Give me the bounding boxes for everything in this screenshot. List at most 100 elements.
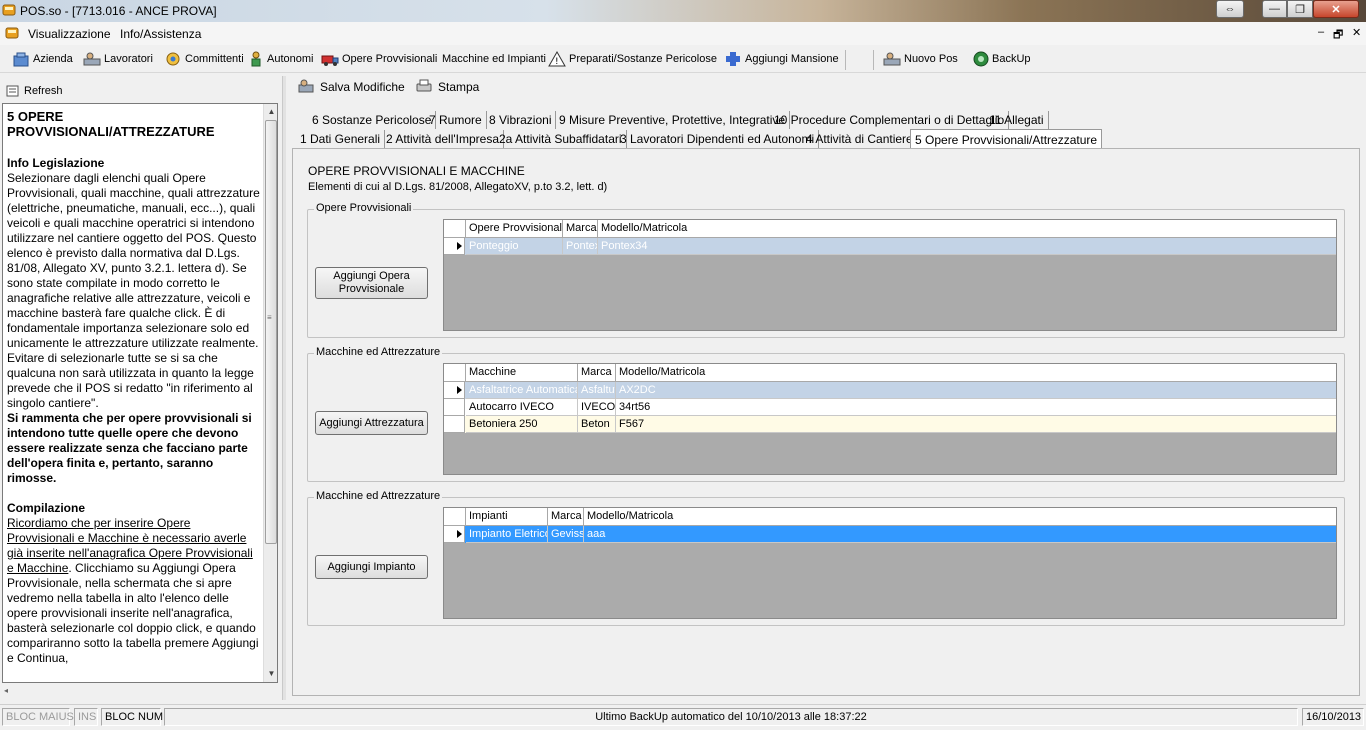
close-button[interactable]: ✕ [1313, 0, 1359, 18]
table-cell[interactable]: Geviss [548, 526, 584, 543]
table-row[interactable]: Autocarro IVECO IVECO 34rt56 [444, 399, 1336, 416]
tab-vibrazioni[interactable]: 8 Vibrazioni [485, 111, 557, 129]
macchine-impianti-button[interactable]: Macchine ed Impianti [442, 50, 546, 68]
refresh-button[interactable]: Refresh [2, 80, 278, 102]
tab-allegati[interactable]: 11 Allegati [985, 111, 1049, 129]
tab-opere-provvisionali[interactable]: 5 Opere Provvisionali/Attrezzature [910, 129, 1103, 149]
table-cell[interactable]: Betoniera 250 [466, 416, 578, 433]
grid-header[interactable]: Modello/Matricola [616, 364, 1336, 382]
tab-sostanze-pericolose[interactable]: 6 Sostanze Pericolose [308, 111, 437, 129]
row-header[interactable] [444, 238, 465, 255]
tab-dati-generali[interactable]: 1 Dati Generali [296, 130, 386, 148]
status-bar: BLOC MAIUS INS BLOC NUM Ultimo BackUp au… [0, 704, 1366, 728]
menu-visualizzazione[interactable]: Visualizzazione [28, 27, 111, 41]
grid-corner [444, 508, 466, 526]
grid-header[interactable]: Impianti [466, 508, 548, 526]
section-title: OPERE PROVVISIONALI E MACCHINE [308, 164, 525, 178]
table-row[interactable]: Betoniera 250 Beton F567 [444, 416, 1336, 433]
minimize-button[interactable]: — [1262, 0, 1287, 18]
macchine-grid[interactable]: Macchine Marca Modello/Matricola Asfalta… [443, 363, 1337, 475]
mdi-minimize-button[interactable]: – [1318, 26, 1324, 38]
table-cell[interactable]: F567 [616, 416, 1336, 433]
aggiungi-attrezzatura-button[interactable]: Aggiungi Attrezzatura [315, 411, 428, 435]
table-cell[interactable]: Asfaltatrice Automatica [466, 382, 578, 399]
preparati-button[interactable]: ! Preparati/Sostanze Pericolose [548, 50, 717, 68]
menu-info-assistenza[interactable]: Info/Assistenza [120, 27, 201, 41]
backup-button[interactable]: BackUp [973, 50, 1031, 68]
row-header[interactable] [444, 382, 465, 399]
row-header[interactable] [444, 416, 465, 433]
tab-rumore[interactable]: 7 Rumore [425, 111, 487, 129]
tab-attivita-subaffidatari[interactable]: 2a Attività Subaffidatari [495, 130, 627, 148]
table-row[interactable]: Asfaltatrice Automatica Asfaltut AX2DC [444, 382, 1336, 399]
grid-header[interactable]: Marca [578, 364, 616, 382]
save-button[interactable]: Salva Modifiche [298, 79, 405, 94]
table-cell[interactable]: Pontex [563, 238, 598, 255]
table-cell[interactable]: aaa [584, 526, 1336, 543]
tab-misure-preventive[interactable]: 9 Misure Preventive, Protettive, Integra… [555, 111, 791, 129]
grip-icon: ≡ [267, 313, 272, 322]
panel-splitter[interactable] [282, 76, 286, 700]
toolbar-separator [873, 50, 874, 70]
truck-icon [321, 55, 339, 66]
table-cell[interactable]: IVECO [578, 399, 616, 416]
grid-header[interactable]: Macchine [466, 364, 578, 382]
maximize-button[interactable]: ❐ [1287, 0, 1313, 18]
table-cell[interactable]: 34rt56 [616, 399, 1336, 416]
toolbar-separator [845, 50, 846, 70]
compilazione-title: Compilazione [7, 501, 86, 515]
opere-provvisionali-button[interactable]: Opere Provvisionali [321, 50, 437, 68]
table-row[interactable]: Ponteggio Pontex Pontex34 [444, 238, 1336, 255]
info-scrollbar[interactable]: ▲ ≡ ▼ [263, 104, 277, 682]
table-cell[interactable]: Pontex34 [598, 238, 1336, 255]
aggiungi-opera-button[interactable]: Aggiungi Opera Provvisionale [315, 267, 428, 299]
legislazione-note: Si rammenta che per opere provvisionali … [7, 411, 252, 485]
grid-header[interactable]: Marca [548, 508, 584, 526]
app-icon [2, 4, 16, 16]
row-header[interactable] [444, 526, 465, 543]
scroll-down-icon[interactable]: ▼ [264, 666, 277, 681]
restore-app-button[interactable]: ⇔ [1216, 0, 1244, 18]
section-description: Elementi di cui al D.Lgs. 81/2008, Alleg… [308, 181, 608, 193]
mdi-restore-button[interactable]: 🗗 [1333, 26, 1343, 45]
tab-lavoratori[interactable]: 3 Lavoratori Dipendenti ed Autonomi [616, 130, 820, 148]
group-label: Opere Provvisionali [314, 202, 414, 214]
backup-icon [973, 51, 989, 67]
scroll-up-icon[interactable]: ▲ [264, 104, 277, 119]
table-cell[interactable]: Asfaltut [578, 382, 616, 399]
committenti-button[interactable]: Committenti [164, 50, 244, 68]
table-cell[interactable]: AX2DC [616, 382, 1336, 399]
table-cell[interactable]: Impianto Eletrico [466, 526, 548, 543]
tab-attivita-cantiere[interactable]: 4 Attività di Cantiere [802, 130, 918, 148]
tab-procedure[interactable]: 10 Procedure Complementari o di Dettagli… [770, 111, 1010, 129]
grid-header[interactable]: Modello/Matricola [584, 508, 1336, 526]
row-header[interactable] [444, 399, 465, 416]
row-pointer-icon [457, 242, 462, 250]
grid-header[interactable]: Modello/Matricola [598, 220, 1336, 238]
tab-attivita-impresa[interactable]: 2 Attività dell'Impresa [382, 130, 505, 148]
opere-grid[interactable]: Opere Provvisionali Marca Modello/Matric… [443, 219, 1337, 331]
table-cell[interactable]: Ponteggio [466, 238, 563, 255]
impianti-grid[interactable]: Impianti Marca Modello/Matricola Impiant… [443, 507, 1337, 619]
scroll-left-icon[interactable]: ◂ [4, 686, 8, 695]
table-cell[interactable]: Autocarro IVECO [466, 399, 578, 416]
row-pointer-icon [457, 530, 462, 538]
aggiungi-mansione-button[interactable]: Aggiungi Mansione [724, 50, 839, 68]
aggiungi-impianto-button[interactable]: Aggiungi Impianto [315, 555, 428, 579]
azienda-button[interactable]: Azienda [12, 50, 73, 68]
grid-header[interactable]: Marca [563, 220, 598, 238]
mdi-close-button[interactable]: ✕ [1352, 26, 1361, 39]
table-row[interactable]: Impianto Eletrico Geviss aaa [444, 526, 1336, 543]
grid-header[interactable]: Opere Provvisionali [466, 220, 563, 238]
table-cell[interactable]: Beton [578, 416, 616, 433]
grid-corner [444, 220, 466, 238]
info-panel[interactable]: 5 OPERE PROVVISIONALI/ATTREZZATURE Info … [2, 103, 278, 683]
document-icon[interactable] [4, 25, 20, 41]
lavoratori-button[interactable]: Lavoratori [83, 50, 153, 68]
nuovo-pos-button[interactable]: Nuovo Pos [883, 50, 958, 68]
scroll-thumb[interactable] [265, 120, 277, 544]
title-bar: POS.so - [7713.016 - ANCE PROVA] ⇔ — ❐ ✕ [0, 0, 1366, 22]
print-button[interactable]: Stampa [416, 79, 479, 94]
autonomi-button[interactable]: Autonomi [248, 50, 313, 68]
action-bar: Salva Modifiche Stampa [290, 76, 1360, 98]
